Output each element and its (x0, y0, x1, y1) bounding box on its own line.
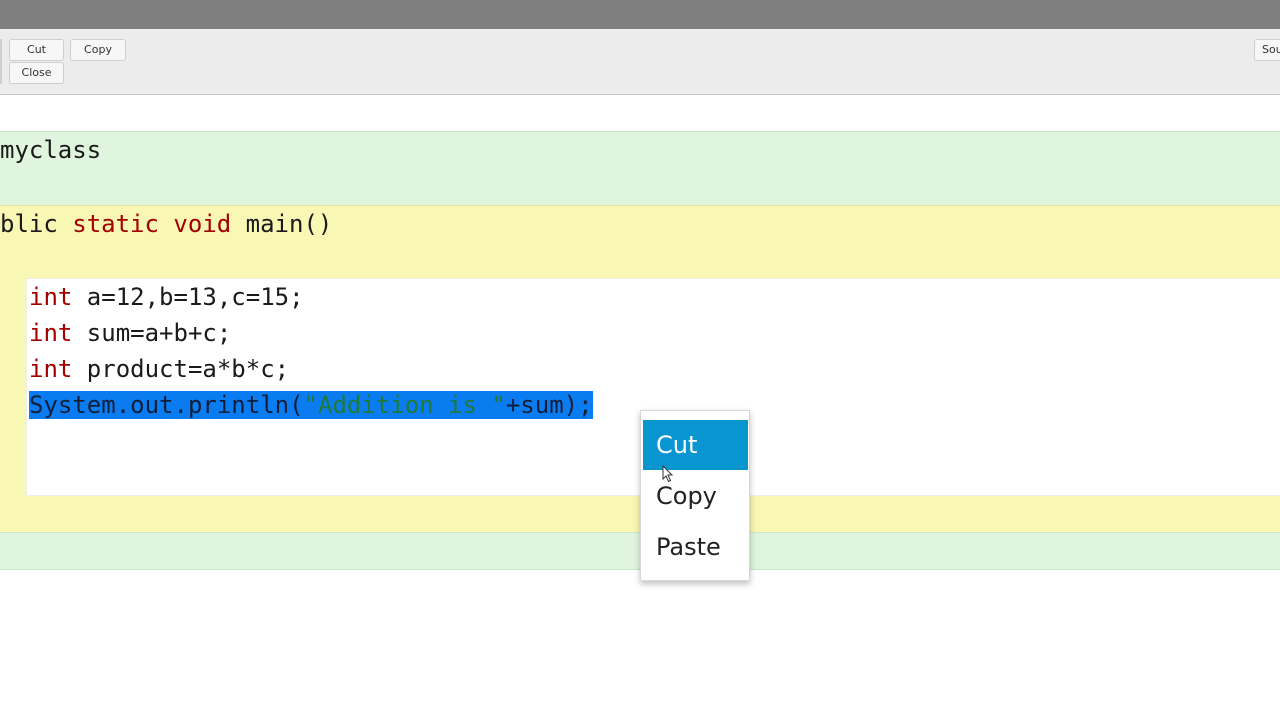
static-keyword: static (72, 210, 174, 238)
code-text: System.out.println( (29, 391, 304, 419)
int-keyword: int (29, 283, 73, 311)
mouse-pointer-icon (662, 465, 674, 483)
code-line-4-selected[interactable]: System.out.println("Addition is "+sum); (29, 390, 593, 420)
code-text: sum=a+b+c; (72, 319, 232, 347)
code-line-1[interactable]: int a=12,b=13,c=15; (29, 282, 304, 312)
code-text: a=12,b=13,c=15; (72, 283, 304, 311)
code-line-2[interactable]: int sum=a+b+c; (29, 318, 231, 348)
text-selection[interactable]: System.out.println("Addition is "+sum); (29, 391, 593, 419)
void-keyword: void (173, 210, 246, 238)
toolbar-left-edge (0, 39, 2, 84)
method-signature-line: blic static void main() (0, 209, 332, 239)
menu-item-cut[interactable]: Cut (643, 420, 748, 470)
method-modifier-partial: blic (0, 210, 73, 238)
int-keyword: int (29, 355, 73, 383)
close-button[interactable]: Close (9, 62, 64, 84)
string-literal: "Addition is " (303, 391, 506, 419)
toolbar: Cut Copy Close Sou (0, 29, 1280, 95)
code-text: +sum); (505, 391, 593, 419)
source-button[interactable]: Sou (1254, 39, 1280, 61)
code-text: product=a*b*c; (72, 355, 290, 383)
menu-item-copy[interactable]: Copy (643, 471, 748, 521)
window-title-bar (0, 0, 1280, 29)
cut-button[interactable]: Cut (9, 39, 64, 61)
copy-button[interactable]: Copy (70, 39, 126, 61)
int-keyword: int (29, 319, 73, 347)
menu-item-paste[interactable]: Paste (643, 522, 748, 572)
class-name-line: myclass (0, 136, 102, 164)
context-menu: Cut Copy Paste (640, 410, 750, 581)
method-name: main() (245, 210, 333, 238)
code-line-3[interactable]: int product=a*b*c; (29, 354, 289, 384)
class-block: myclass (0, 131, 1280, 205)
